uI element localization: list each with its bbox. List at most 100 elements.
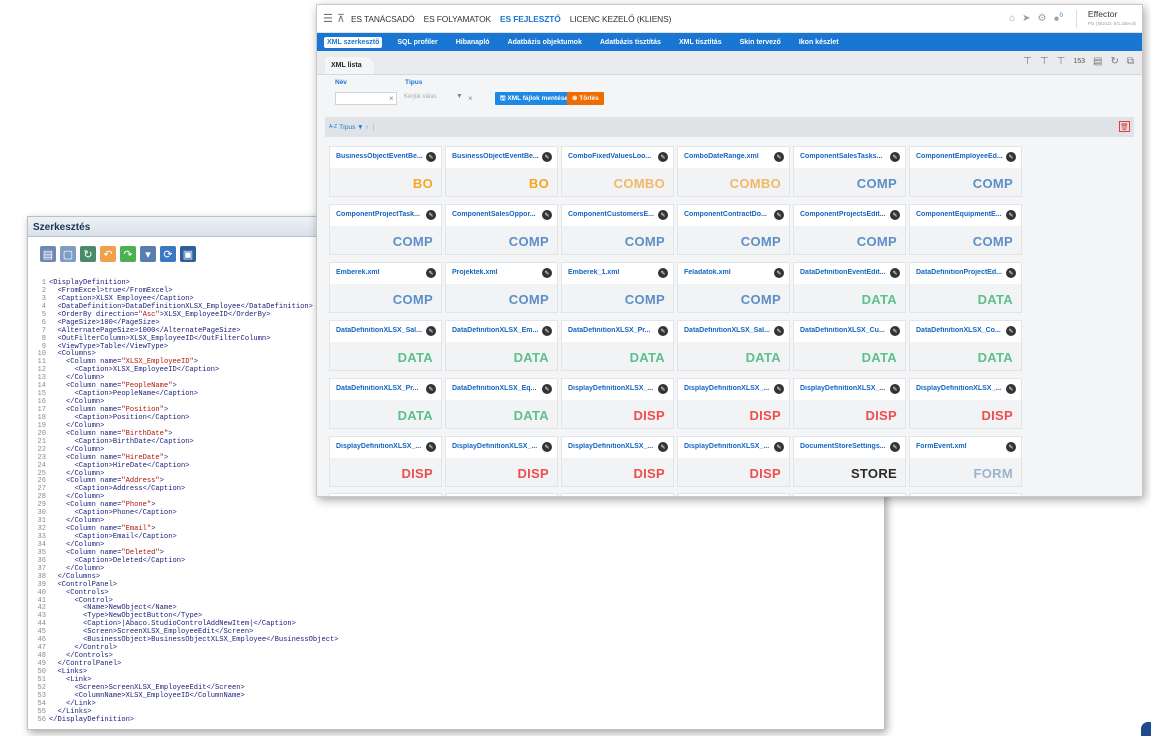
- filter-icon[interactable]: ⊤: [1040, 56, 1049, 67]
- edit-icon[interactable]: ✎: [1006, 326, 1016, 336]
- xml-file-card[interactable]: ComboFixedValuesLoo... ✎ COMBO: [561, 146, 674, 197]
- topnav-es-folyamatok[interactable]: ES FOLYAMATOK: [424, 14, 492, 24]
- edit-icon[interactable]: ✎: [658, 210, 668, 220]
- xml-file-card[interactable]: ComponentProjectsEdit... ✎ COMP: [793, 204, 906, 255]
- trash-icon[interactable]: 🗑: [1119, 121, 1130, 132]
- xml-file-card[interactable]: DisplayDefinitionXLSX_... ✎ DISP: [329, 436, 442, 487]
- xml-file-card[interactable]: Emberek_1.xml ✎ COMP: [561, 262, 674, 313]
- edit-icon[interactable]: ✎: [542, 152, 552, 162]
- file-name[interactable]: DataDefinitionXLSX_Sal...: [684, 327, 772, 334]
- file-name[interactable]: ComponentEquipmentE...: [916, 211, 1004, 218]
- xml-file-card[interactable]: DataDefinitionXLSX_Em... ✎ DATA: [445, 320, 558, 371]
- file-name[interactable]: FormEvent.xml: [916, 443, 1004, 450]
- download-icon[interactable]: ▾: [140, 246, 156, 262]
- file-name[interactable]: DocumentStoreSettings...: [800, 443, 888, 450]
- file-name[interactable]: ComboDateRange.xml: [684, 153, 772, 160]
- file-name[interactable]: BusinessObjectEventBe...: [336, 153, 424, 160]
- file-name[interactable]: ComponentProjectTask...: [336, 211, 424, 218]
- edit-icon[interactable]: ✎: [774, 442, 784, 452]
- xml-file-card[interactable]: Feladatok.xml ✎ COMP: [677, 262, 790, 313]
- tab-xml-lista[interactable]: XML lista: [325, 57, 374, 74]
- topnav-es-fejleszto[interactable]: ES FEJLESZTŐ: [500, 14, 561, 24]
- filter-clear-icon[interactable]: ⊤: [1057, 56, 1066, 67]
- send-icon[interactable]: ➤: [1022, 13, 1030, 24]
- xml-file-card[interactable]: ComponentContractDo... ✎ COMP: [677, 204, 790, 255]
- xml-file-card[interactable]: ComponentProjectTask... ✎ COMP: [329, 204, 442, 255]
- xml-file-card[interactable]: Emberek.xml ✎ COMP: [329, 262, 442, 313]
- open-icon[interactable]: ▤: [40, 246, 56, 262]
- edit-icon[interactable]: ✎: [1006, 152, 1016, 162]
- file-name[interactable]: ComponentSalesOppor...: [452, 211, 540, 218]
- sort-field[interactable]: Típus: [339, 124, 355, 131]
- subnav-item[interactable]: Adatbázis tisztítás: [597, 37, 664, 48]
- edit-icon[interactable]: ✎: [890, 442, 900, 452]
- new-document-icon[interactable]: ▢: [60, 246, 76, 262]
- edit-icon[interactable]: ✎: [658, 326, 668, 336]
- file-name[interactable]: DataDefinitionXLSX_Cu...: [800, 327, 888, 334]
- refresh-icon[interactable]: ↻: [1110, 56, 1118, 67]
- xml-file-card[interactable]: DataDefinitionXLSX_Co... ✎ DATA: [909, 320, 1022, 371]
- edit-icon[interactable]: ✎: [426, 384, 436, 394]
- export-icon[interactable]: ⧉: [1127, 56, 1134, 67]
- file-name[interactable]: ComponentEmployeeEd...: [916, 153, 1004, 160]
- save-icon[interactable]: ▣: [180, 246, 196, 262]
- reload-icon[interactable]: ⟳: [160, 246, 176, 262]
- edit-icon[interactable]: ✎: [774, 326, 784, 336]
- table-view-icon[interactable]: ▤: [1093, 56, 1102, 67]
- edit-icon[interactable]: ✎: [658, 152, 668, 162]
- xml-file-card[interactable]: ComponentSalesTasks... ✎ COMP: [793, 146, 906, 197]
- file-name[interactable]: Emberek.xml: [336, 269, 424, 276]
- file-name[interactable]: ComponentCustomersE...: [568, 211, 656, 218]
- refresh-document-icon[interactable]: ↻: [80, 246, 96, 262]
- xml-file-card[interactable]: BusinessObjectEventBe... ✎ BO: [445, 146, 558, 197]
- file-name[interactable]: DataDefinitionXLSX_Eq...: [452, 385, 540, 392]
- edit-icon[interactable]: ✎: [774, 152, 784, 162]
- subnav-item[interactable]: Hibanapló: [453, 37, 493, 48]
- file-name[interactable]: DisplayDefinitionXLSX_...: [568, 443, 656, 450]
- file-name[interactable]: DataDefinitionXLSX_Em...: [452, 327, 540, 334]
- delete-button[interactable]: ⊗ Törlés: [567, 92, 604, 105]
- redo-icon[interactable]: ↷: [120, 246, 136, 262]
- clear-name-icon[interactable]: ×: [389, 94, 394, 103]
- home-icon[interactable]: ⌂: [1009, 13, 1015, 24]
- file-name[interactable]: DisplayDefinitionXLSX_...: [800, 385, 888, 392]
- file-name[interactable]: DataDefinitionProjectEd...: [916, 269, 1004, 276]
- file-name[interactable]: DisplayDefinitionXLSX_...: [568, 385, 656, 392]
- edit-icon[interactable]: ✎: [1006, 442, 1016, 452]
- topnav-licenc-kezelo[interactable]: LICENC KEZELŐ (KLIENS): [570, 14, 672, 24]
- edit-icon[interactable]: ✎: [890, 326, 900, 336]
- xml-file-card[interactable]: DataDefinitionProjectEd... ✎ DATA: [909, 262, 1022, 313]
- edit-icon[interactable]: ✎: [1006, 384, 1016, 394]
- type-filter-select[interactable]: Kérjük válas: [401, 92, 457, 105]
- xml-file-card[interactable]: DisplayDefinitionXLSX_... ✎ DISP: [909, 378, 1022, 429]
- subnav-item[interactable]: Skin tervező: [737, 37, 784, 48]
- settings-icon[interactable]: ⚙: [1038, 13, 1047, 24]
- undo-icon[interactable]: ↶: [100, 246, 116, 262]
- file-name[interactable]: DataDefinitionXLSX_Sal...: [336, 327, 424, 334]
- file-name[interactable]: DisplayDefinitionXLSX_...: [336, 443, 424, 450]
- edit-icon[interactable]: ✎: [658, 442, 668, 452]
- file-name[interactable]: DisplayDefinitionXLSX_...: [916, 385, 1004, 392]
- xml-file-card[interactable]: DataDefinitionXLSX_Pr... ✎ DATA: [561, 320, 674, 371]
- subnav-item[interactable]: SQL profiler: [394, 37, 440, 48]
- edit-icon[interactable]: ✎: [542, 442, 552, 452]
- xml-file-card[interactable]: DisplayDefinitionXLSX_... ✎ DISP: [445, 436, 558, 487]
- xml-file-card[interactable]: ComponentEmployeeEd... ✎ COMP: [909, 146, 1022, 197]
- user-icon[interactable]: ●0: [1054, 13, 1063, 24]
- edit-icon[interactable]: ✎: [426, 326, 436, 336]
- file-name[interactable]: ComponentContractDo...: [684, 211, 772, 218]
- file-name[interactable]: DataDefinitionXLSX_Pr...: [568, 327, 656, 334]
- xml-file-card[interactable]: DataDefinitionXLSX_Sal... ✎ DATA: [329, 320, 442, 371]
- file-name[interactable]: ComboFixedValuesLoo...: [568, 153, 656, 160]
- file-name[interactable]: DisplayDefinitionXLSX_...: [452, 443, 540, 450]
- xml-file-card[interactable]: FormEvent.xml ✎ FORM: [909, 436, 1022, 487]
- column-filter-icon[interactable]: ⊤: [1023, 56, 1032, 67]
- xml-file-card[interactable]: DisplayDefinitionXLSX_... ✎ DISP: [561, 378, 674, 429]
- subnav-item[interactable]: XML tisztítás: [676, 37, 725, 48]
- xml-file-card[interactable]: DataDefinitionXLSX_Pr... ✎ DATA: [329, 378, 442, 429]
- pin-icon[interactable]: ⊼: [337, 12, 345, 25]
- topnav-es-tanacsado[interactable]: ES TANÁCSADÓ: [351, 14, 415, 24]
- edit-icon[interactable]: ✎: [542, 384, 552, 394]
- edit-icon[interactable]: ✎: [542, 268, 552, 278]
- xml-file-card[interactable]: DisplayDefinitionXLSX_... ✎ DISP: [561, 436, 674, 487]
